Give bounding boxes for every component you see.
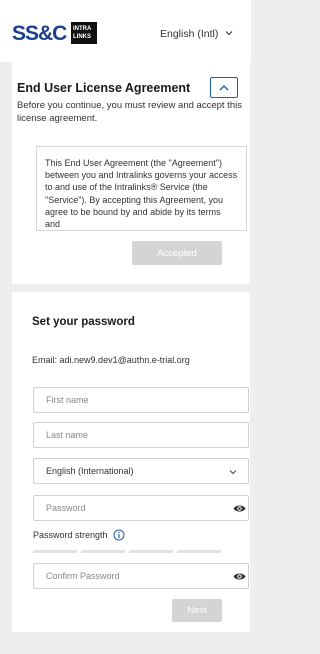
- eula-card: End User License Agreement Before you co…: [12, 61, 250, 284]
- accepted-button[interactable]: Accepted: [132, 241, 222, 265]
- email-line: Email: adi.new9.dev1@authn.e-trial.org: [32, 355, 190, 365]
- eula-agreement-text: This End User Agreement (the "Agreement"…: [45, 158, 238, 230]
- intralinks-logo-line1: INTRA: [73, 26, 92, 32]
- eye-icon[interactable]: [233, 504, 246, 513]
- first-name-input[interactable]: [33, 387, 249, 413]
- chevron-up-icon: [219, 84, 229, 90]
- email-value: adi.new9.dev1@authn.e-trial.org: [59, 355, 190, 365]
- eula-collapse-button[interactable]: [210, 77, 238, 98]
- info-icon[interactable]: [113, 529, 125, 541]
- eula-scroll-box[interactable]: This End User Agreement (the "Agreement"…: [36, 146, 247, 231]
- email-label: Email:: [32, 355, 58, 365]
- strength-segment: [129, 550, 173, 553]
- top-header: SS&C INTRA LINKS English (Intl): [0, 0, 251, 62]
- intralinks-logo-line2: LINKS: [73, 34, 91, 40]
- next-button[interactable]: Next: [172, 599, 222, 622]
- password-strength-label: Password strength: [33, 530, 108, 540]
- ssc-logo: SS&C: [12, 22, 67, 45]
- strength-segment: [177, 550, 221, 553]
- set-password-title: Set your password: [32, 316, 135, 328]
- eula-intro-text: Before you continue, you must review and…: [17, 100, 242, 124]
- chevron-down-icon: [229, 470, 237, 475]
- confirm-password-input[interactable]: [33, 563, 249, 589]
- strength-segment: [81, 550, 125, 553]
- strength-segment: [33, 550, 77, 553]
- last-name-input[interactable]: [33, 422, 249, 448]
- password-card: Set your password Email: adi.new9.dev1@a…: [12, 292, 250, 632]
- language-select-value: English (International): [46, 466, 134, 476]
- language-selector[interactable]: English (Intl): [160, 28, 218, 40]
- language-select[interactable]: English (International): [33, 458, 249, 484]
- password-input[interactable]: [33, 495, 249, 521]
- chevron-down-icon[interactable]: [224, 28, 234, 38]
- intralinks-logo: INTRA LINKS: [71, 22, 97, 44]
- eye-icon[interactable]: [233, 572, 246, 581]
- eula-title: End User License Agreement: [17, 81, 191, 95]
